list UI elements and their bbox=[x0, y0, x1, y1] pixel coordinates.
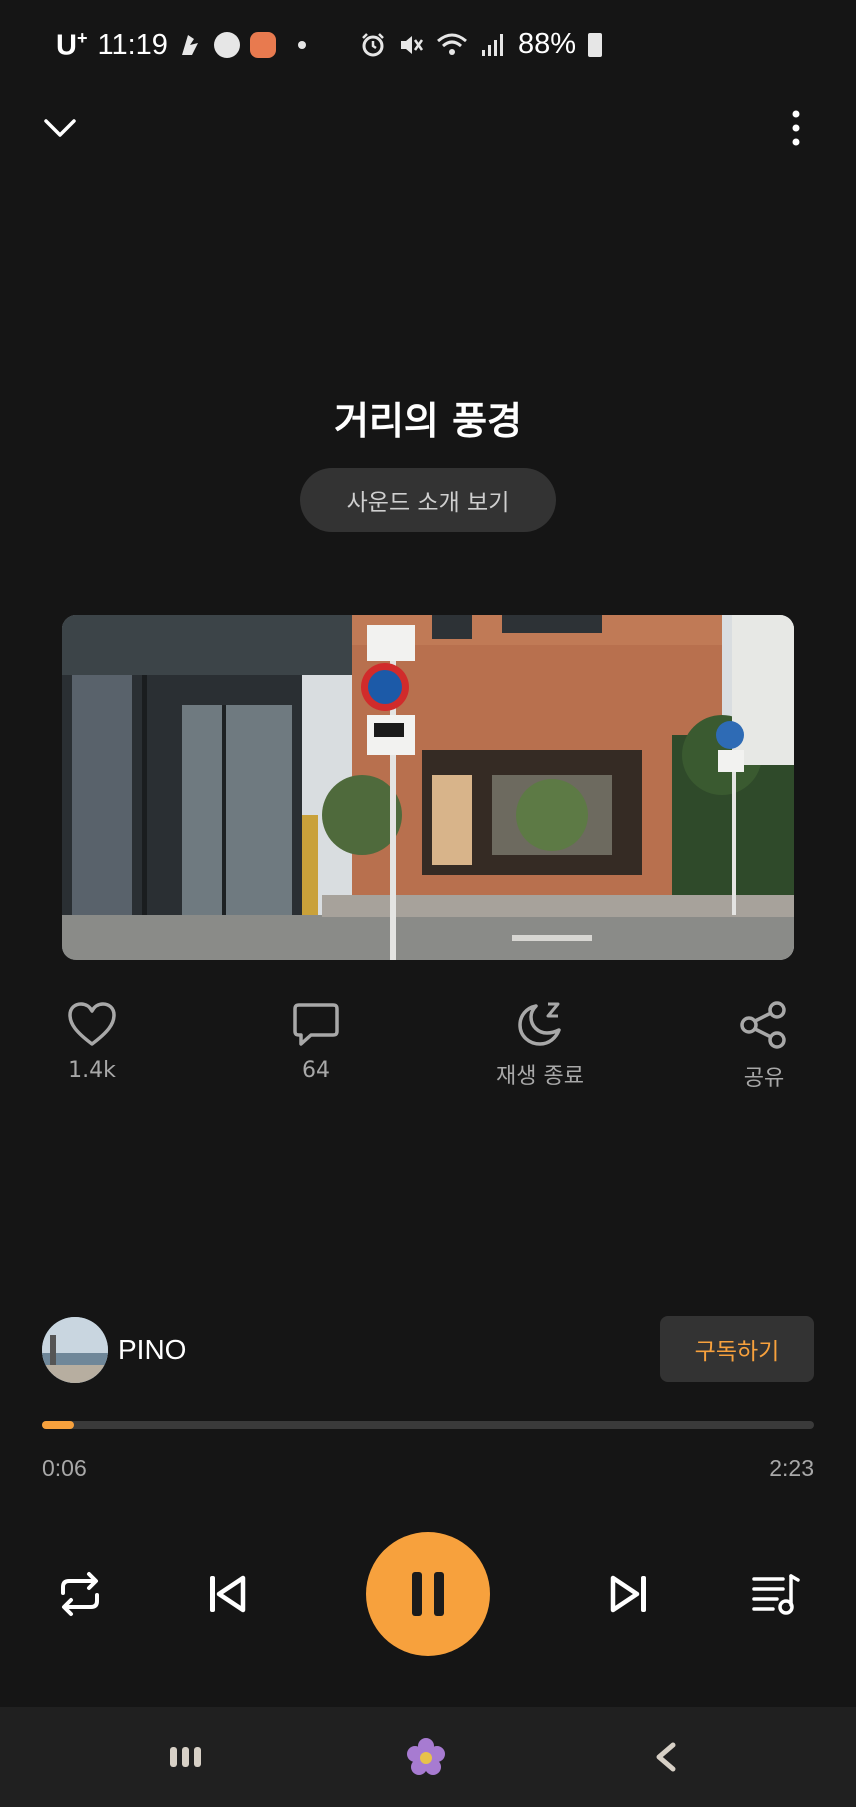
pause-button[interactable] bbox=[366, 1532, 490, 1656]
channel-avatar[interactable] bbox=[42, 1317, 108, 1383]
share-icon bbox=[740, 1001, 786, 1049]
playback-controls bbox=[0, 1530, 856, 1660]
track-artwork bbox=[62, 615, 794, 960]
notification-app-icon-3 bbox=[249, 32, 276, 59]
heart-icon bbox=[68, 1002, 116, 1046]
more-options-button[interactable] bbox=[776, 108, 816, 148]
track-title: 거리의 풍경 bbox=[333, 399, 523, 443]
status-time: 11:19 bbox=[97, 28, 168, 61]
current-time: 0:06 bbox=[42, 1455, 87, 1481]
mute-icon bbox=[401, 35, 424, 54]
more-vertical-icon bbox=[792, 110, 800, 146]
channel-name[interactable]: PINO bbox=[118, 1334, 186, 1366]
subscribe-button[interactable]: 구독하기 bbox=[660, 1316, 814, 1382]
back-icon bbox=[656, 1742, 676, 1772]
playback-progress-bar[interactable] bbox=[42, 1421, 814, 1429]
recent-apps-button[interactable] bbox=[164, 1735, 208, 1779]
status-left: U+ 11:19 bbox=[56, 28, 306, 63]
sleep-timer-button[interactable]: 재생 종료 bbox=[470, 1000, 610, 1090]
carrier-label: U+ bbox=[56, 28, 88, 62]
notification-app-icon-2 bbox=[213, 32, 240, 59]
battery-level: 88% bbox=[518, 28, 577, 60]
skip-next-icon bbox=[610, 1575, 646, 1613]
street-scene-image bbox=[62, 615, 794, 960]
notification-app-icon bbox=[181, 35, 198, 56]
signal-icon bbox=[482, 33, 503, 56]
moon-zzz-icon bbox=[518, 1002, 561, 1046]
chevron-down-icon bbox=[44, 119, 76, 137]
share-button[interactable]: 공유 bbox=[694, 1000, 834, 1092]
status-right: 88% bbox=[360, 28, 603, 61]
pause-icon bbox=[412, 1572, 444, 1616]
next-button[interactable] bbox=[600, 1564, 660, 1624]
avatar-image bbox=[42, 1317, 108, 1383]
sleep-timer-label: 재생 종료 bbox=[496, 1064, 584, 1089]
previous-button[interactable] bbox=[196, 1564, 256, 1624]
playback-progress-fill bbox=[42, 1421, 75, 1429]
total-time: 2:23 bbox=[769, 1455, 814, 1481]
status-bar: U+ 11:19 88% bbox=[0, 0, 856, 100]
recent-apps-icon bbox=[170, 1747, 201, 1767]
like-count: 1.4k bbox=[68, 1058, 116, 1083]
action-row: 1.4k 64 재생 종료 공유 bbox=[0, 1000, 856, 1110]
repeat-button[interactable] bbox=[50, 1564, 110, 1624]
playlist-button[interactable] bbox=[746, 1564, 806, 1624]
comment-count: 64 bbox=[302, 1058, 330, 1083]
player-screen: U+ 11:19 88% 거리의 풍경 사운드 소개 보기 1.4k 64 재생… bbox=[0, 0, 856, 1807]
flower-home-icon bbox=[407, 1738, 445, 1775]
comment-icon bbox=[293, 1003, 339, 1046]
skip-previous-icon bbox=[210, 1575, 246, 1613]
system-navigation-bar bbox=[0, 1707, 856, 1807]
collapse-button[interactable] bbox=[40, 108, 80, 148]
wifi-icon bbox=[437, 33, 467, 55]
like-button[interactable]: 1.4k bbox=[22, 1000, 162, 1083]
sound-intro-button[interactable]: 사운드 소개 보기 bbox=[300, 468, 556, 532]
playlist-icon bbox=[752, 1574, 800, 1615]
more-notifications-dot-icon bbox=[297, 41, 306, 50]
battery-icon bbox=[588, 32, 603, 57]
back-button[interactable] bbox=[644, 1735, 688, 1779]
comment-button[interactable]: 64 bbox=[246, 1000, 386, 1083]
share-label: 공유 bbox=[743, 1066, 785, 1091]
alarm-icon bbox=[362, 32, 384, 56]
channel-row: PINO 구독하기 bbox=[42, 1316, 814, 1384]
repeat-icon bbox=[61, 1572, 99, 1616]
home-button[interactable] bbox=[404, 1735, 448, 1779]
